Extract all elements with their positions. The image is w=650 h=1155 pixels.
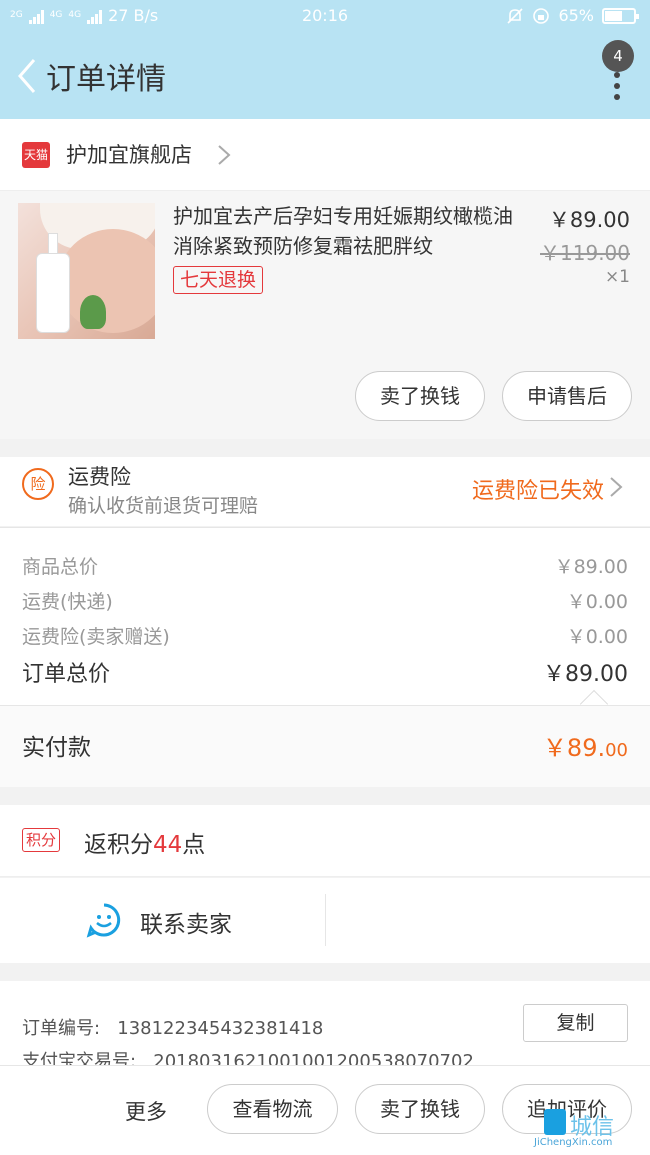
shipping-insurance-row[interactable]: 险 运费险 确认收货前退货可理赔 运费险已失效 <box>0 439 650 526</box>
summary-row: 商品总价 ￥89.00 <box>22 552 628 579</box>
chat-smile-icon[interactable] <box>86 902 122 938</box>
product-image[interactable] <box>18 203 155 339</box>
product-quantity: ×1 <box>604 267 630 287</box>
order-total-row: 订单总价 ￥89.00 <box>22 656 628 688</box>
chevron-right-icon <box>218 145 231 165</box>
mute-bell-icon <box>507 7 524 24</box>
battery-percent: 65% <box>558 6 594 25</box>
summary-value: ￥0.00 <box>566 591 628 613</box>
return-policy-tag: 七天退换 <box>173 266 264 294</box>
order-info: 订单编号: 1381223454323814​18 支付宝交易号: 201803… <box>0 981 650 1065</box>
summary-row: 运费(快递) ￥0.00 <box>22 587 628 614</box>
alipay-number-row: 支付宝交易号: 2018031621001001200538070702 <box>22 1047 474 1065</box>
summary-row: 运费险(卖家赠送) ￥0.00 <box>22 622 628 649</box>
summary-label: 运费(快递) <box>22 591 113 613</box>
points-row: 积分 返积分44点 <box>0 805 650 877</box>
battery-icon <box>602 7 639 24</box>
actual-payment-main: ￥89. <box>542 734 606 762</box>
back-arrow-icon[interactable] <box>12 56 44 96</box>
alipay-number-label: 支付宝交易号: <box>22 1051 137 1065</box>
product-item: 护加宜去产后孕妇专用妊娠期纹橄榄油消除紧致预防修复霜祛肥胖纹 七天退换 ￥89.… <box>0 191 650 439</box>
app-header: 订单详情 4 <box>0 34 650 119</box>
after-sales-button[interactable]: 申请售后 <box>502 371 632 421</box>
product-title[interactable]: 护加宜去产后孕妇专用妊娠期纹橄榄油消除紧致预防修复霜祛肥胖纹 <box>173 201 529 261</box>
order-number-label: 订单编号: <box>22 1018 101 1039</box>
insurance-subtitle: 确认收货前退货可理赔 <box>68 495 259 517</box>
view-logistics-button[interactable]: 查看物流 <box>207 1084 338 1134</box>
page-title: 订单详情 <box>46 62 166 97</box>
insurance-title: 运费险 <box>68 465 131 489</box>
alipay-number: 2018031621001001200538070702 <box>153 1051 474 1065</box>
order-total-value: ￥89.00 <box>543 662 628 687</box>
shop-row[interactable]: 天猫 护加宜旗舰店 <box>0 119 650 191</box>
actual-payment-label: 实付款 <box>22 735 91 761</box>
copy-button[interactable]: 复制 <box>523 1004 628 1042</box>
watermark-url: JiChengXin.com <box>534 1137 613 1148</box>
sell-for-cash-button-bottom[interactable]: 卖了换钱 <box>355 1084 485 1134</box>
insurance-status: 运费险已失效 <box>471 479 604 504</box>
notification-badge: 4 <box>602 40 634 72</box>
product-price: ￥89.00 <box>548 208 630 232</box>
shop-name: 护加宜旗舰店 <box>66 143 192 167</box>
contact-seller-row: 联系卖家 <box>0 878 650 963</box>
order-number: 1381223454323814​18 <box>117 1018 324 1039</box>
points-prefix: 返积分 <box>84 832 153 858</box>
divider <box>325 894 326 946</box>
more-button[interactable]: 更多 <box>125 1096 167 1126</box>
watermark-logo-icon <box>544 1109 566 1135</box>
order-total-label: 订单总价 <box>22 662 111 687</box>
site-watermark: 城信 JiChengXin.com <box>530 1105 650 1155</box>
status-right: 65% <box>506 6 639 25</box>
sell-for-cash-button[interactable]: 卖了换钱 <box>355 371 485 421</box>
chevron-right-icon <box>610 477 623 497</box>
order-number-row: 订单编号: 1381223454323814​18 <box>22 1014 323 1040</box>
summary-label: 商品总价 <box>22 556 99 578</box>
points-badge: 积分 <box>22 828 61 852</box>
points-number: 44 <box>153 832 183 858</box>
actual-payment-value: ￥89.00 <box>543 728 628 763</box>
points-suffix: 点 <box>182 832 206 858</box>
points-text: 返积分44点 <box>84 825 205 859</box>
tmall-logo-icon: 天猫 <box>22 142 50 168</box>
summary-value: ￥89.00 <box>554 556 628 578</box>
actual-payment-cents: 00 <box>605 740 628 761</box>
price-summary: 商品总价 ￥89.00 运费(快递) ￥0.00 运费险(卖家赠送) ￥0.00… <box>0 527 650 719</box>
product-original-price: ￥119.00 <box>540 241 630 265</box>
actual-payment-row: 实付款 ￥89.00 <box>0 705 650 787</box>
rotation-lock-icon <box>533 7 550 24</box>
insurance-icon: 险 <box>22 468 54 500</box>
contact-seller-button[interactable]: 联系卖家 <box>140 905 232 939</box>
summary-label: 运费险(卖家赠送) <box>22 626 170 648</box>
status-bar: 2G 4G 4G 27 B/s 20:16 65% <box>0 0 650 34</box>
summary-value: ￥0.00 <box>566 626 628 648</box>
